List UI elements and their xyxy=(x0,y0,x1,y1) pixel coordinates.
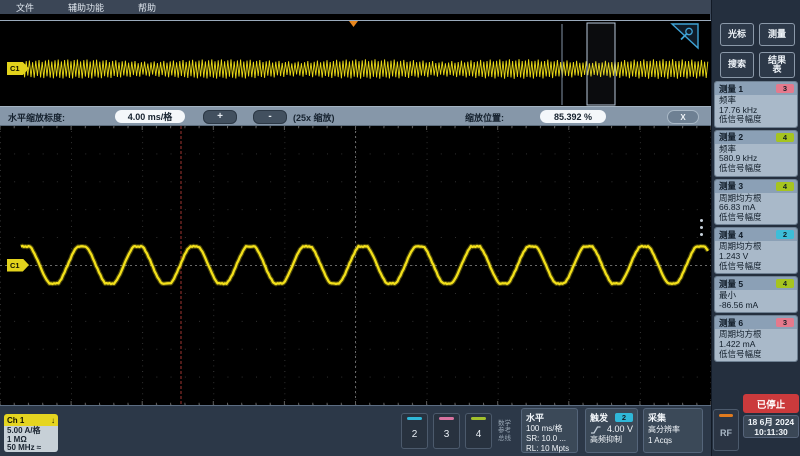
zoom-out-button[interactable]: - xyxy=(253,110,287,124)
measurement-title: 测量 4 xyxy=(719,229,743,241)
right-sidebar: 光标 测量 搜索 结果 表 测量 1 3 频率 17.76 kHz 低信号幅度 … xyxy=(711,0,800,456)
measurement-warning: 低信号幅度 xyxy=(719,350,793,360)
rising-edge-icon xyxy=(590,425,601,435)
splitter-handle-dot[interactable] xyxy=(700,233,703,236)
measurement-title: 测量 2 xyxy=(719,131,743,143)
sidebar-button-grid: 光标 测量 搜索 结果 表 xyxy=(720,23,795,78)
measurement-warning: 低信号幅度 xyxy=(719,164,793,174)
channel2-number: 2 xyxy=(402,429,427,440)
oscilloscope-screen: { "menu": { "items": ["文件", "辅助功能", "帮助"… xyxy=(0,0,800,456)
horizontal-title: 水平 xyxy=(526,411,544,424)
measurement-title: 测量 3 xyxy=(719,180,743,192)
zoom-window-box[interactable] xyxy=(587,23,615,105)
channel4-button[interactable]: 4 xyxy=(465,413,492,449)
measurement-badge-6[interactable]: 测量 6 3 周期均方根 1.422 mA 低信号幅度 xyxy=(714,315,798,362)
measurement-list: 测量 1 3 频率 17.76 kHz 低信号幅度 测量 2 4 频率 580.… xyxy=(714,81,798,364)
menu-bar: 文件 辅助功能 帮助 xyxy=(0,0,711,14)
bottom-settings-bar: Ch 1 ↓ 5.00 A/格 1 MΩ 50 MHz ≈ 2 3 4 数学 参… xyxy=(0,405,711,456)
zoom-scale-label: 水平缩放标度: xyxy=(8,111,65,124)
ch1-waveform xyxy=(21,246,708,284)
channel1-bandwidth: 50 MHz ≈ xyxy=(7,444,55,452)
channel3-button[interactable]: 3 xyxy=(433,413,460,449)
measurement-badge-3[interactable]: 测量 3 4 周期均方根 66.83 mA 低信号幅度 xyxy=(714,179,798,226)
measurement-value: -86.56 mA xyxy=(719,301,793,311)
menu-help[interactable]: 帮助 xyxy=(138,1,156,14)
trigger-title: 触发 xyxy=(590,411,608,424)
horizontal-panel[interactable]: 水平 100 ms/格 SR: 10.0 ... RL: 10 Mpts xyxy=(521,408,578,453)
source-badge: 2 xyxy=(776,230,794,239)
zoom-in-button[interactable]: + xyxy=(203,110,237,124)
trigger-source-badge: 2 xyxy=(615,413,633,422)
measurement-title: 测量 5 xyxy=(719,278,743,290)
acquisition-mode: 高分辨率 xyxy=(644,424,702,435)
measurement-warning: 低信号幅度 xyxy=(719,262,793,272)
zoom-toolbar: 水平缩放标度: 4.00 ms/格 + - (25x 缩放) 缩放位置: 85.… xyxy=(0,106,711,126)
zoom-scale-value[interactable]: 4.00 ms/格 xyxy=(115,110,185,123)
acquisition-count: 1 Acqs xyxy=(644,435,702,446)
sample-rate: SR: 10.0 ... xyxy=(522,434,577,444)
splitter-handle-dot[interactable] xyxy=(700,219,703,222)
rf-label: RF xyxy=(714,428,738,438)
math-ref-bus-button[interactable]: 数学 参考 总线 xyxy=(494,413,515,449)
zoom-position-label: 缩放位置: xyxy=(465,111,504,124)
measurement-badge-2[interactable]: 测量 2 4 频率 580.9 kHz 低信号幅度 xyxy=(714,130,798,177)
horizontal-scale: 100 ms/格 xyxy=(522,424,577,434)
search-button[interactable]: 搜索 xyxy=(720,52,754,78)
channel3-color-line xyxy=(439,417,454,420)
measurement-badge-4[interactable]: 测量 4 2 周期均方根 1.243 V 低信号幅度 xyxy=(714,227,798,274)
measurement-warning: 低信号幅度 xyxy=(719,213,793,223)
trigger-coupling: 高频抑制 xyxy=(586,435,637,445)
date-text: 18 6月 2024 xyxy=(748,417,794,427)
acquisition-panel[interactable]: 采集 高分辨率 1 Acqs xyxy=(643,408,703,453)
zoom-factor-label: (25x 缩放) xyxy=(293,111,335,124)
channel1-badge[interactable]: Ch 1 ↓ 5.00 A/格 1 MΩ 50 MHz ≈ xyxy=(4,414,58,452)
source-badge: 4 xyxy=(776,279,794,288)
zoom-position-value[interactable]: 85.392 % xyxy=(540,110,606,123)
acquisition-stopped-button[interactable]: 已停止 xyxy=(743,394,799,413)
source-badge: 4 xyxy=(776,182,794,191)
measurement-title: 测量 1 xyxy=(719,83,743,95)
measurement-badge-5[interactable]: 测量 5 4 最小 -86.56 mA xyxy=(714,276,798,313)
results-table-button[interactable]: 结果 表 xyxy=(759,52,795,78)
overview-waveform-svg xyxy=(0,21,711,106)
arrow-down-icon: ↓ xyxy=(51,416,55,425)
channel1-name: Ch 1 xyxy=(7,416,24,425)
channel4-color-line xyxy=(471,417,486,420)
time-text: 10:11:30 xyxy=(754,427,788,437)
menu-file[interactable]: 文件 xyxy=(16,1,34,14)
menu-utility[interactable]: 辅助功能 xyxy=(68,1,104,14)
expansion-point-marker[interactable] xyxy=(349,21,358,27)
datetime-display: 18 6月 2024 10:11:30 xyxy=(743,415,799,438)
source-badge: 3 xyxy=(776,318,794,327)
trigger-level: 4.00 V xyxy=(604,424,633,435)
source-badge: 4 xyxy=(776,133,794,142)
rf-color-line xyxy=(719,414,733,417)
waveform-overview[interactable]: C1 xyxy=(0,21,711,106)
measurement-badge-1[interactable]: 测量 1 3 频率 17.76 kHz 低信号幅度 xyxy=(714,81,798,128)
rf-button[interactable]: RF xyxy=(713,409,739,451)
splitter-handle-dot[interactable] xyxy=(700,226,703,229)
source-badge: 3 xyxy=(776,84,794,93)
zoom-close-button[interactable]: X xyxy=(667,110,699,124)
channel2-color-line xyxy=(407,417,422,420)
channel4-number: 4 xyxy=(466,429,491,440)
graticule-svg xyxy=(0,126,711,405)
measurement-title: 测量 6 xyxy=(719,317,743,329)
channel2-button[interactable]: 2 xyxy=(401,413,428,449)
record-length: RL: 10 Mpts xyxy=(522,444,577,454)
cursor-button[interactable]: 光标 xyxy=(720,23,754,46)
measure-button[interactable]: 测量 xyxy=(759,23,795,46)
trigger-panel[interactable]: 触发 2 4.00 V 高频抑制 xyxy=(585,408,638,453)
main-waveform-area: C1 xyxy=(0,126,711,405)
acquisition-title: 采集 xyxy=(648,411,666,424)
channel3-number: 3 xyxy=(434,429,459,440)
measurement-warning: 低信号幅度 xyxy=(719,115,793,125)
wave-view: C1 水平缩放标度: 4.00 ms/格 + - (25x 缩放) 缩放位置: … xyxy=(0,14,711,405)
